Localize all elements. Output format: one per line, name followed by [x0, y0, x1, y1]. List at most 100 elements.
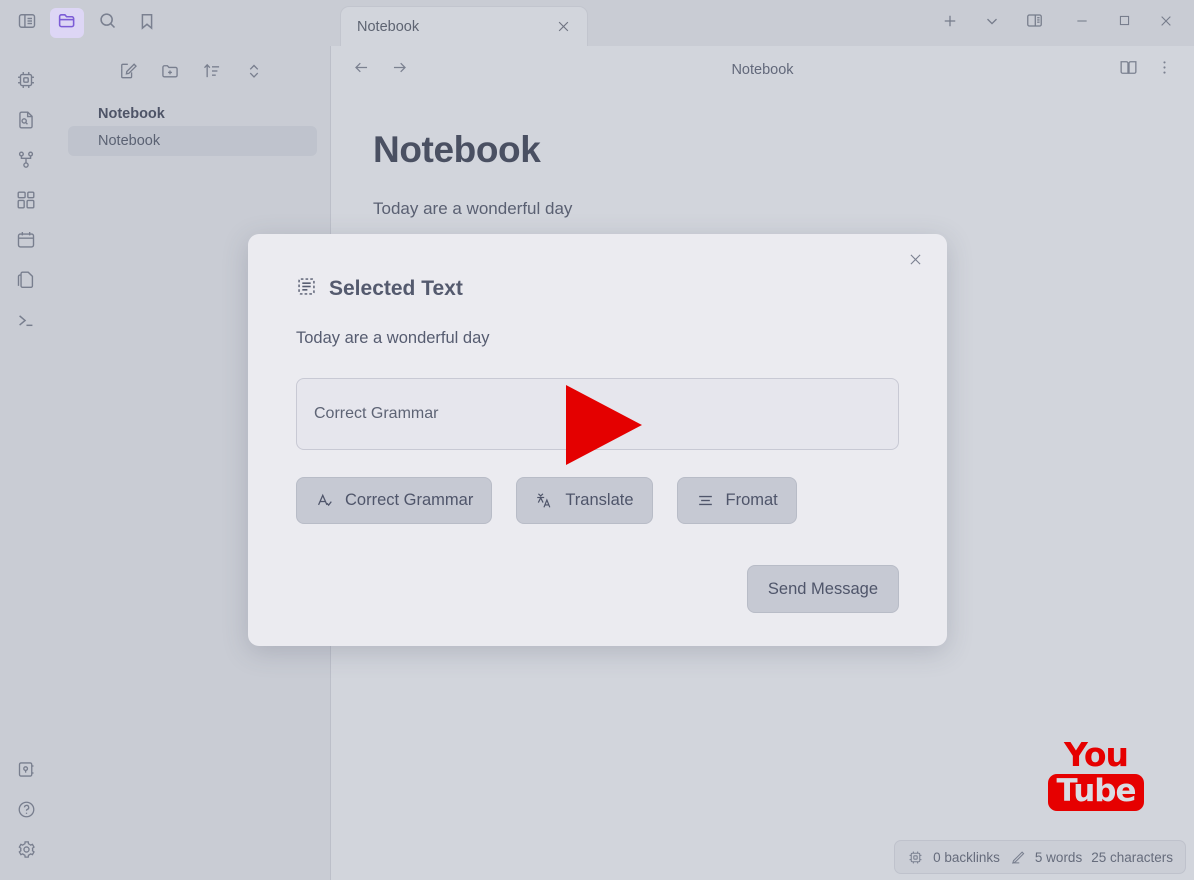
expand-collapse-button[interactable] — [240, 59, 268, 87]
icon-rail — [0, 46, 52, 880]
dialog-footer: Send Message — [296, 565, 899, 613]
search-button[interactable] — [90, 8, 124, 38]
document-toolbar-right — [1114, 56, 1178, 84]
sidebar-group-notebook[interactable]: Notebook — [98, 106, 330, 122]
youtube-logo-bottom: Tube — [1048, 774, 1144, 811]
send-message-button[interactable]: Send Message — [746, 565, 899, 613]
close-window-button[interactable] — [1146, 5, 1186, 41]
dialog-close-button[interactable] — [901, 248, 929, 276]
format-lines-icon — [696, 491, 715, 510]
grammar-check-icon — [315, 491, 334, 510]
new-folder-button[interactable] — [156, 59, 184, 87]
gear-icon — [16, 839, 37, 865]
new-note-icon — [118, 61, 138, 86]
maximize-icon — [1117, 13, 1132, 33]
rail-item-dashboard[interactable] — [6, 182, 46, 222]
expand-collapse-icon — [244, 61, 264, 86]
minimize-button[interactable] — [1062, 5, 1102, 41]
minimize-icon — [1074, 13, 1090, 34]
document-toolbar: Notebook — [331, 46, 1194, 94]
page-paragraph: Today are a wonderful day — [373, 198, 573, 218]
rail-item-graph[interactable] — [6, 142, 46, 182]
document-body[interactable]: Notebook Today are a wonderful day — [331, 94, 1194, 219]
forward-button[interactable] — [385, 56, 413, 84]
more-options-icon — [1155, 58, 1174, 82]
window-actions — [930, 0, 1194, 46]
vault-icon — [16, 759, 37, 785]
selected-text-preview: Today are a wonderful day — [296, 329, 490, 347]
youtube-logo-top: You — [1063, 735, 1129, 774]
close-icon — [907, 251, 924, 273]
document-nav — [347, 56, 413, 84]
status-bar: 0 backlinks 5 words 25 characters — [894, 840, 1186, 874]
calendar-icon — [15, 229, 37, 256]
character-count[interactable]: 25 characters — [1091, 850, 1173, 865]
reading-mode-icon — [1118, 57, 1139, 83]
rail-item-help[interactable] — [6, 792, 46, 832]
rail-item-file-search[interactable] — [6, 102, 46, 142]
bookmark-icon — [137, 11, 157, 36]
correct-grammar-button[interactable]: Correct Grammar — [296, 477, 493, 524]
terminal-icon — [15, 309, 37, 336]
bookmarks-button[interactable] — [130, 8, 164, 38]
maximize-button[interactable] — [1104, 5, 1144, 41]
rail-item-terminal[interactable] — [6, 302, 46, 342]
new-folder-icon — [160, 61, 180, 86]
forward-arrow-icon — [390, 58, 409, 82]
chevron-down-icon — [983, 12, 1001, 35]
back-button[interactable] — [347, 56, 375, 84]
sidebar-item-notebook[interactable]: Notebook — [68, 126, 317, 156]
translate-label: Translate — [565, 491, 634, 509]
rail-item-calendar[interactable] — [6, 222, 46, 262]
sort-button[interactable] — [198, 59, 226, 87]
tab-list-button[interactable] — [972, 5, 1012, 41]
split-view-button[interactable] — [1014, 5, 1054, 41]
correct-grammar-label: Correct Grammar — [345, 491, 474, 509]
app-window: Notebook Notebook Notebook Notebook Note… — [0, 0, 1194, 880]
action-chip-row: Correct Grammar Translate Fromat — [296, 477, 899, 524]
format-label: Fromat — [725, 491, 778, 509]
tab-notebook[interactable]: Notebook — [340, 6, 588, 46]
word-count[interactable]: 5 words — [1035, 850, 1082, 865]
rail-item-vault[interactable] — [6, 752, 46, 792]
new-tab-icon — [941, 12, 959, 35]
split-view-icon — [1025, 11, 1044, 35]
files-button[interactable] — [50, 8, 84, 38]
close-window-icon — [1158, 13, 1174, 34]
document-title: Notebook — [731, 62, 794, 78]
new-tab-button[interactable] — [930, 5, 970, 41]
toggle-sidebar-icon — [17, 11, 37, 36]
title-bar: Notebook — [0, 0, 1194, 46]
file-search-icon — [15, 109, 37, 136]
rail-item-ai[interactable] — [6, 62, 46, 102]
backlinks-icon — [907, 849, 924, 866]
dashboard-icon — [15, 189, 37, 216]
help-icon — [16, 799, 37, 825]
rail-item-templates[interactable] — [6, 262, 46, 302]
tab-title: Notebook — [357, 18, 420, 35]
send-message-label: Send Message — [767, 579, 878, 598]
back-arrow-icon — [352, 58, 371, 82]
reading-mode-button[interactable] — [1114, 56, 1142, 84]
toggle-sidebar-button[interactable] — [10, 8, 44, 38]
folder-icon — [57, 10, 78, 36]
search-icon — [97, 10, 118, 36]
selected-text-dialog: Selected Text Today are a wonderful day … — [248, 234, 947, 646]
translate-icon — [535, 491, 554, 510]
more-options-button[interactable] — [1150, 56, 1178, 84]
translate-button[interactable]: Translate — [516, 477, 653, 524]
pencil-icon — [1009, 849, 1026, 866]
backlinks-count[interactable]: 0 backlinks — [933, 850, 1000, 865]
rail-item-settings[interactable] — [6, 832, 46, 872]
graph-icon — [15, 149, 37, 176]
new-note-button[interactable] — [114, 59, 142, 87]
sidebar-toolbar — [52, 46, 330, 92]
dialog-header: Selected Text — [296, 234, 899, 302]
close-icon[interactable] — [553, 17, 573, 37]
format-button[interactable]: Fromat — [676, 477, 797, 524]
copy-icon — [15, 269, 37, 296]
rail-bottom-group — [0, 752, 52, 872]
chip-icon — [15, 69, 37, 96]
prompt-input[interactable]: Correct Grammar — [296, 378, 899, 450]
sort-icon — [202, 61, 222, 86]
